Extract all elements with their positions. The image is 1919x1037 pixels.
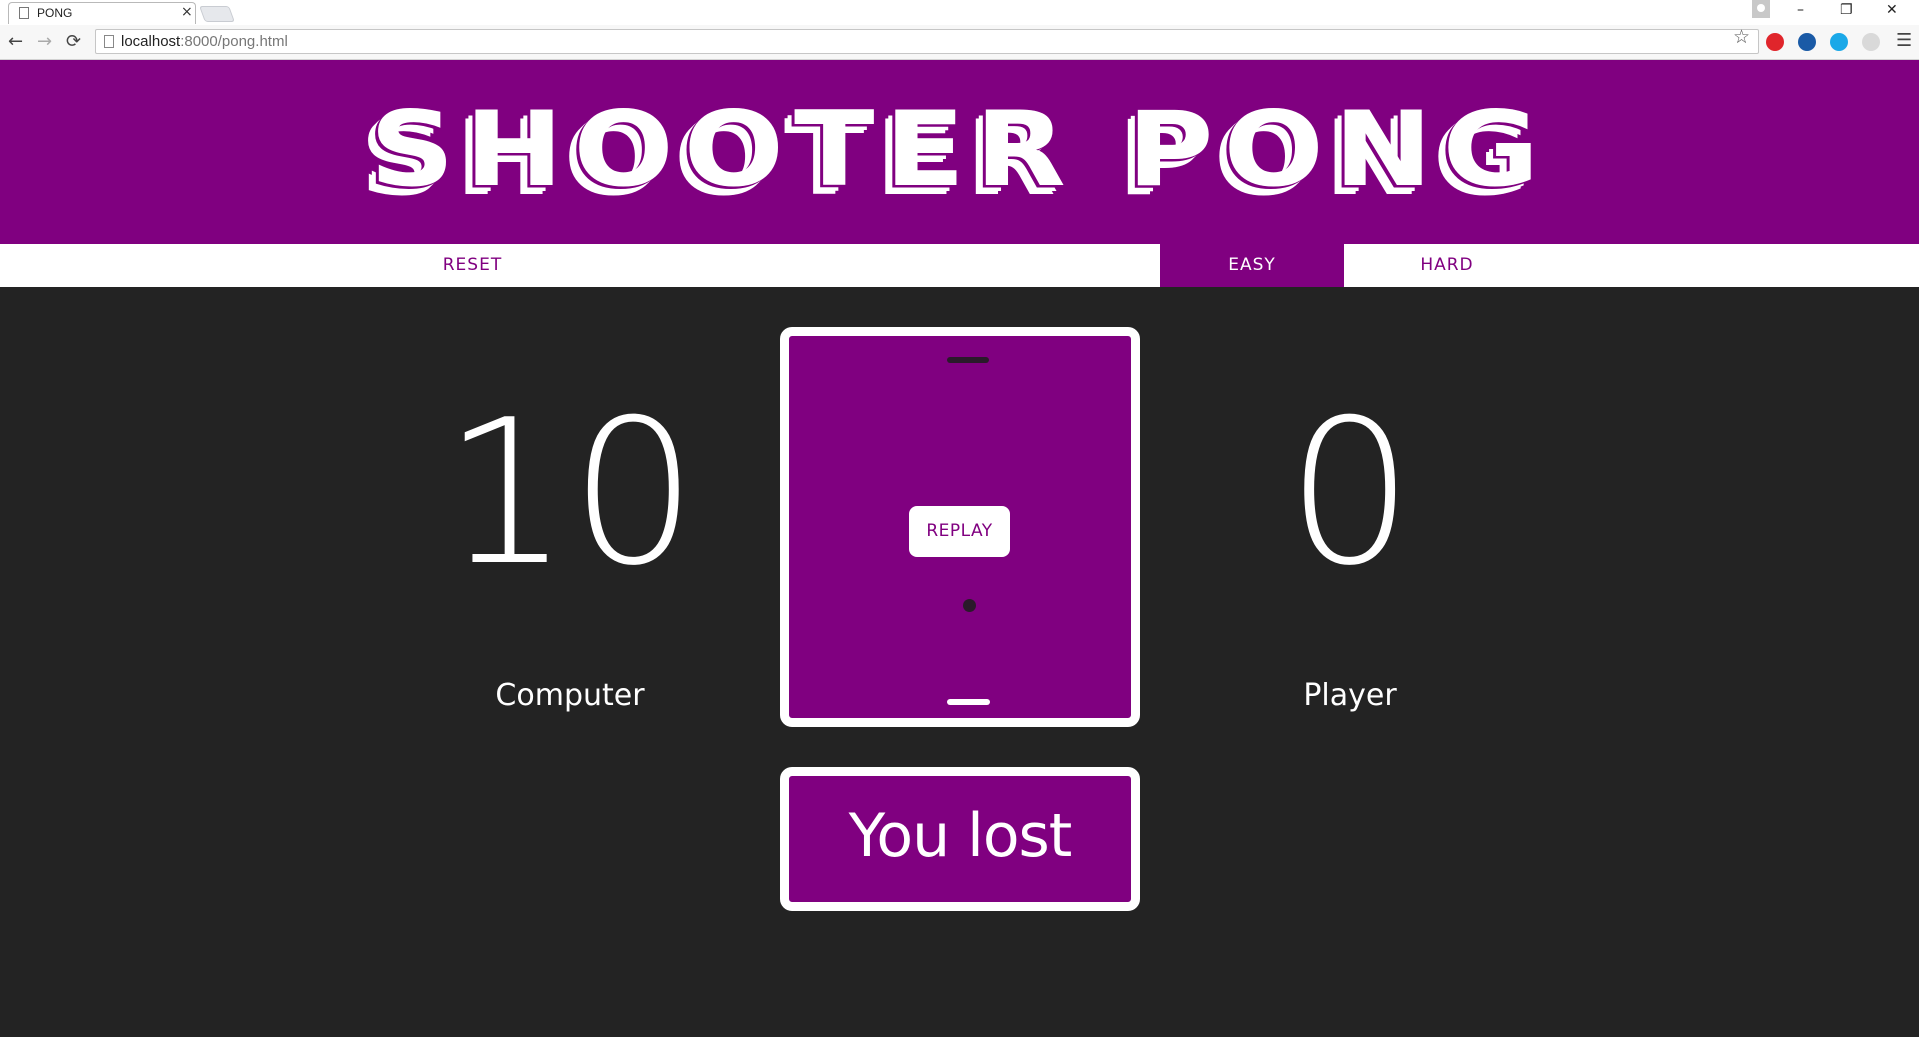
bookmark-star-icon[interactable]: ☆	[1733, 26, 1750, 48]
close-window-button[interactable]: ✕	[1886, 2, 1898, 18]
browser-tab-strip: PONG × – ❐ ✕	[0, 0, 1919, 26]
ball	[963, 599, 976, 612]
restore-button[interactable]: ❐	[1840, 2, 1853, 18]
easy-button[interactable]: EASY	[1160, 244, 1344, 287]
extension-icon[interactable]	[1862, 33, 1880, 51]
page-header: SHOOTER PONG	[0, 60, 1919, 244]
skype-icon[interactable]	[1830, 33, 1848, 51]
computer-label: Computer	[495, 678, 645, 713]
game-navbar: RESET EASY HARD	[0, 244, 1919, 287]
computer-paddle	[947, 357, 989, 363]
url-host: localhost	[121, 33, 181, 50]
close-tab-icon[interactable]: ×	[181, 4, 193, 20]
address-bar[interactable]: localhost:8000/pong.html	[95, 29, 1759, 54]
browser-menu-icon[interactable]: ☰	[1896, 30, 1912, 51]
game-court[interactable]: REPLAY	[780, 327, 1140, 727]
hard-button[interactable]: HARD	[1344, 244, 1550, 287]
user-profile-icon[interactable]	[1752, 0, 1770, 18]
player-score: 0	[1286, 377, 1414, 610]
browser-tab[interactable]: PONG ×	[8, 2, 196, 24]
replay-button[interactable]: REPLAY	[909, 506, 1010, 557]
minimize-button[interactable]: –	[1797, 2, 1804, 18]
player-paddle[interactable]	[947, 699, 990, 705]
url-text: localhost:8000/pong.html	[121, 33, 288, 50]
document-icon	[19, 7, 29, 19]
logo-title: SHOOTER PONG	[369, 88, 1550, 210]
new-tab-button[interactable]	[199, 6, 235, 22]
computer-score: 10	[442, 377, 698, 610]
reload-icon[interactable]: ⟳	[66, 31, 81, 52]
back-icon[interactable]: ←	[8, 31, 23, 52]
url-path: :8000/pong.html	[180, 33, 288, 50]
player-label: Player	[1303, 678, 1397, 713]
page-icon	[104, 35, 114, 48]
result-message: You lost	[780, 767, 1140, 911]
reset-button[interactable]: RESET	[0, 244, 945, 287]
chrome-extension-icon[interactable]	[1798, 33, 1816, 51]
browser-toolbar: ← → ⟳ localhost:8000/pong.html ☆ ☰	[0, 25, 1919, 60]
opera-icon[interactable]	[1766, 33, 1784, 51]
forward-icon[interactable]: →	[37, 31, 52, 52]
tab-title: PONG	[37, 6, 73, 20]
